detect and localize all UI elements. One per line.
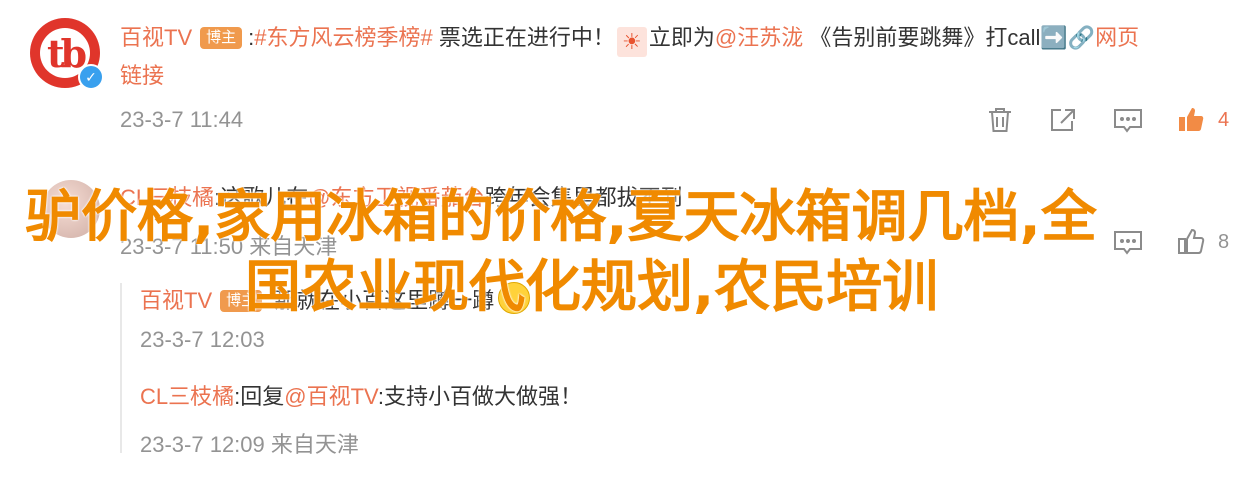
reply-1-meta: 23-3-7 12:03 — [140, 327, 265, 352]
web-link-icon[interactable]: 🔗 — [1068, 25, 1095, 50]
overlay-line-2: 国农业现代化规划,农民培训 — [245, 255, 939, 320]
blogger-badge: 博主 — [200, 27, 243, 49]
thumbs-up-filled-icon — [1179, 108, 1204, 131]
reply-2-meta: 23-3-7 12:09 来自天津 — [140, 432, 359, 457]
arrow-emoji-icon: ➡️ — [1040, 25, 1068, 50]
reply-2-text: CL三枝橘:回复@百视TV:支持小百做大做强！ — [140, 381, 582, 413]
reply-2-text-a: :回复 — [234, 384, 285, 409]
reply-2-mention-link[interactable]: @百视TV — [284, 384, 378, 409]
like-button[interactable] — [1177, 105, 1205, 138]
overlay-line-1: 驴价格,家用冰箱的价格,夏天冰箱调几档,全 — [25, 185, 1097, 250]
post-text: 百视TV 博主:#东方风云榜季榜# 票选正在进行中！ ☀ 立即为@汪苏泷 《告别前要跳… — [120, 22, 1139, 57]
author-avatar[interactable]: tb ✓ — [30, 18, 104, 90]
post-text-1: 票选正在进行中！ — [432, 25, 615, 50]
web-link-label[interactable]: 网页 — [1095, 25, 1139, 50]
verified-badge-icon: ✓ — [78, 64, 104, 90]
overlay-watermark-text: 驴价格,家用冰箱的价格,夏天冰箱调几档,全 国农业现代化规划,农民培训 — [25, 183, 1225, 323]
post-author-link[interactable]: 百视TV — [120, 25, 192, 50]
web-link-label-2[interactable]: 链接 — [120, 60, 164, 92]
post-like-count: 4 — [1218, 109, 1230, 131]
hashtag-link[interactable]: #东方风云榜季榜# — [254, 25, 432, 50]
post-timestamp: 23-3-7 11:44 — [120, 107, 244, 132]
reply-2-text-b: :支持小百做大做强！ — [377, 384, 583, 409]
post-text-3: 《告别前要跳舞》打call — [803, 25, 1041, 50]
reply-2-author-link[interactable]: CL三枝橘 — [140, 384, 234, 409]
mention-link[interactable]: @汪苏泷 — [715, 25, 803, 50]
delete-icon[interactable] — [987, 106, 1013, 134]
share-icon[interactable] — [1049, 107, 1077, 133]
post-text-2: 立即为 — [648, 25, 715, 50]
sun-emoji-icon: ☀ — [616, 27, 647, 57]
comment-icon[interactable] — [1113, 107, 1143, 135]
